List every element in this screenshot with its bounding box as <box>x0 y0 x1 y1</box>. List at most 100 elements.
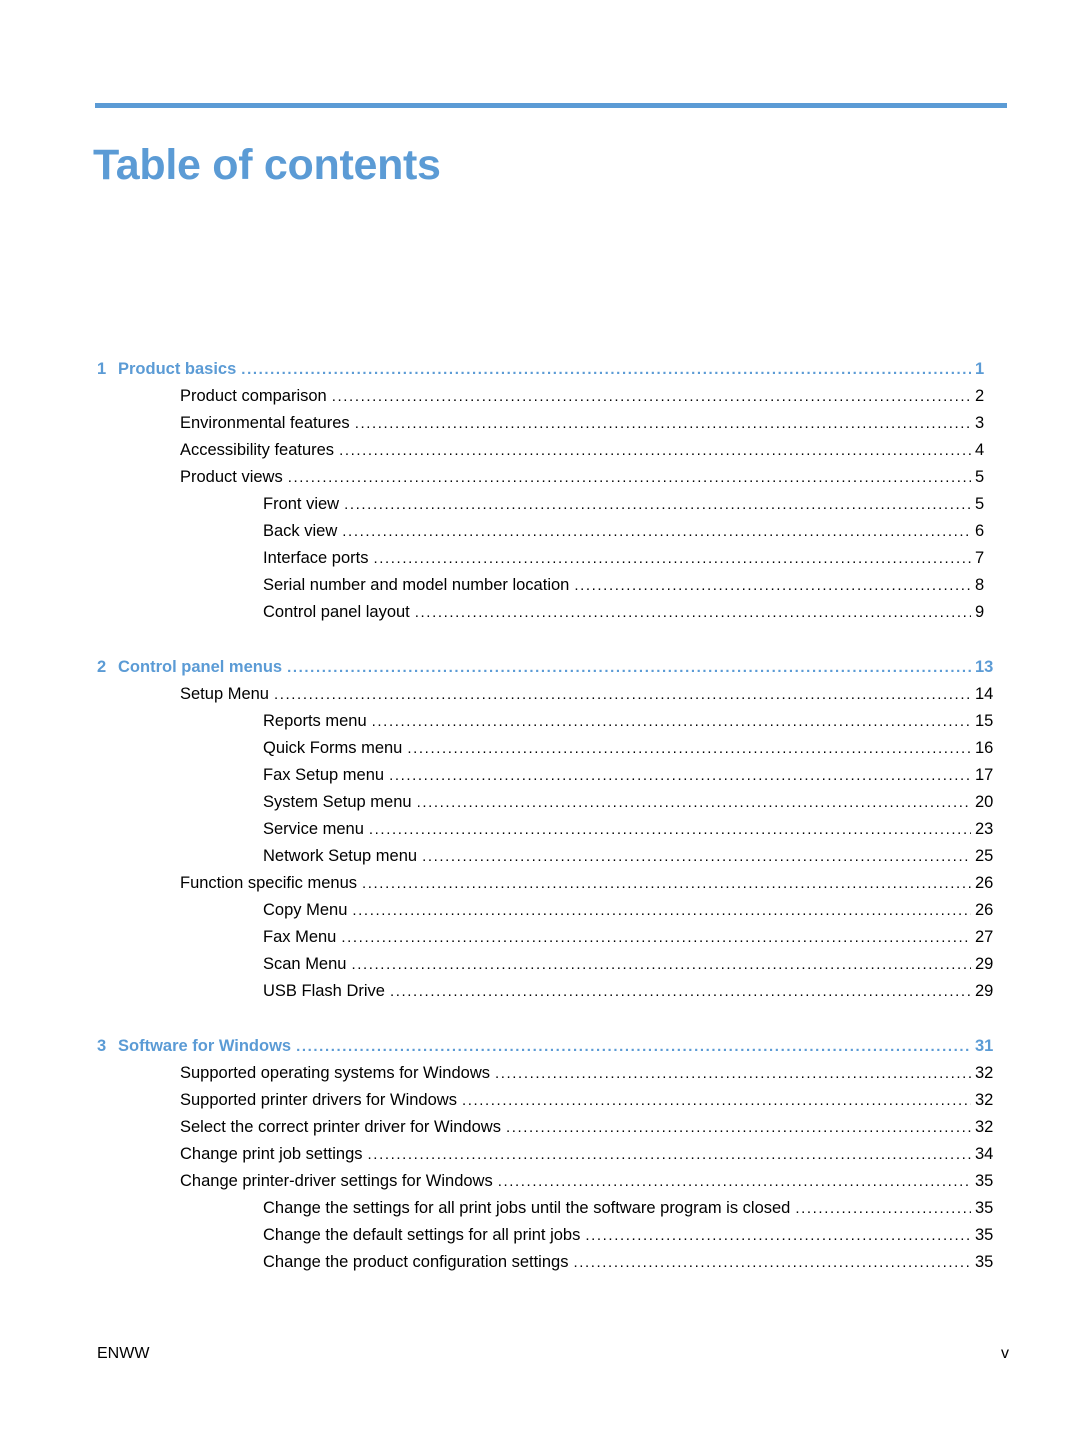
toc-entry-row-level-1[interactable]: Change print job settings...............… <box>0 1145 1080 1172</box>
toc-entry-row-level-1[interactable]: Select the correct printer driver for Wi… <box>0 1118 1080 1145</box>
toc-entry-page-number: 9 <box>975 603 985 621</box>
footer-page-number: v <box>1001 1345 1009 1362</box>
toc-entry-label: Serial number and model number location <box>263 576 570 594</box>
toc-entry-page-number: 13 <box>975 658 994 676</box>
toc-entry-row-level-1[interactable]: Change printer-driver settings for Windo… <box>0 1172 1080 1199</box>
toc-entry-row-level-1[interactable]: Function specific menus.................… <box>0 874 1080 901</box>
toc-entry-label: Back view <box>263 522 338 540</box>
toc-entry-page-number: 26 <box>975 901 994 919</box>
dot-leader: ........................................… <box>497 1174 971 1189</box>
toc-entry-label: Product comparison <box>180 387 327 405</box>
toc-entry-label: Copy Menu <box>263 901 348 919</box>
toc-entry-row-level-1[interactable]: Product views...........................… <box>0 468 1080 495</box>
dot-leader: ........................................… <box>339 443 971 458</box>
toc-entry-row-level-1[interactable]: Supported operating systems for Windows.… <box>0 1064 1080 1091</box>
toc-chapter-block: 3 Software for Windows...................… <box>0 1037 1080 1280</box>
toc-entry-label: Change printer-driver settings for Windo… <box>180 1172 493 1190</box>
toc-entry-label: Environmental features <box>180 414 350 432</box>
toc-entry-label: Network Setup menu <box>263 847 418 865</box>
dot-leader: ........................................… <box>354 416 971 431</box>
dot-leader: ........................................… <box>344 497 971 512</box>
dot-leader: ........................................… <box>414 605 971 620</box>
toc-entry-row-level-2[interactable]: Fax Setup menu..........................… <box>0 766 1080 793</box>
dot-leader: ........................................… <box>287 660 971 675</box>
toc-entry-row-level-2[interactable]: Change the settings for all print jobs u… <box>0 1199 1080 1226</box>
toc-entry-row-level-2[interactable]: Change the product configuration setting… <box>0 1253 1080 1280</box>
toc-entry-label: Quick Forms menu <box>263 739 403 757</box>
dot-leader: ........................................… <box>389 768 971 783</box>
toc-entry-row-level-2[interactable]: Back view...............................… <box>0 522 1080 549</box>
dot-leader: ........................................… <box>461 1093 971 1108</box>
dot-leader: ........................................… <box>371 714 971 729</box>
toc-entry-page-number: 31 <box>975 1037 994 1055</box>
toc-entry-row-level-2[interactable]: Reports menu............................… <box>0 712 1080 739</box>
toc-entry-label: Control panel layout <box>263 603 410 621</box>
toc-entry-label: Supported printer drivers for Windows <box>180 1091 457 1109</box>
toc-entry-page-number: 29 <box>975 955 994 973</box>
toc-entry-page-number: 26 <box>975 874 994 892</box>
toc-entry-row-level-1[interactable]: Setup Menu..............................… <box>0 685 1080 712</box>
toc-entry-row-level-2[interactable]: Scan Menu...............................… <box>0 955 1080 982</box>
dot-leader: ........................................… <box>273 687 971 702</box>
toc-entry-row-level-2[interactable]: Service menu............................… <box>0 820 1080 847</box>
toc-entry-row-level-2[interactable]: Change the default settings for all prin… <box>0 1226 1080 1253</box>
toc-entry-page-number: 4 <box>975 441 985 459</box>
dot-leader: ........................................… <box>795 1201 971 1216</box>
toc-entry-label: Setup Menu <box>180 685 269 703</box>
toc-entry-row-level-2[interactable]: System Setup menu.......................… <box>0 793 1080 820</box>
toc-entry-label: Product views <box>180 468 283 486</box>
toc-entry-row-level-2[interactable]: Serial number and model number location.… <box>0 576 1080 603</box>
toc-entry-label: Software for Windows <box>118 1037 292 1055</box>
toc-page: Table of contents 1 Product basics.......… <box>0 0 1080 1437</box>
toc-entry-row-level-1[interactable]: Product comparison......................… <box>0 387 1080 414</box>
dot-leader: ........................................… <box>296 1039 971 1054</box>
toc-entry-label: Change the settings for all print jobs u… <box>263 1199 791 1217</box>
table-of-contents: 1 Product basics.........................… <box>0 360 1080 1280</box>
toc-entry-page-number: 2 <box>975 387 985 405</box>
toc-entry-row-level-1[interactable]: Environmental features..................… <box>0 414 1080 441</box>
toc-entry-page-number: 17 <box>975 766 994 784</box>
toc-entry-page-number: 32 <box>975 1064 994 1082</box>
toc-entry-row-level-2[interactable]: Copy Menu...............................… <box>0 901 1080 928</box>
toc-entry-label: Fax Menu <box>263 928 337 946</box>
toc-entry-page-number: 25 <box>975 847 994 865</box>
toc-entry-label: Front view <box>263 495 340 513</box>
toc-entry-row-level-2[interactable]: Front view..............................… <box>0 495 1080 522</box>
toc-entry-page-number: 27 <box>975 928 994 946</box>
toc-entry-label: Product basics <box>118 360 237 378</box>
toc-entry-label: Control panel menus <box>118 658 283 676</box>
toc-entry-label: Accessibility features <box>180 441 335 459</box>
dot-leader: ........................................… <box>416 795 971 810</box>
toc-entry-page-number: 6 <box>975 522 985 540</box>
title-divider-rule <box>95 103 1007 108</box>
toc-entry-row-level-2[interactable]: Quick Forms menu........................… <box>0 739 1080 766</box>
toc-entry-row-level-1[interactable]: Accessibility features..................… <box>0 441 1080 468</box>
toc-entry-page-number: 32 <box>975 1091 994 1109</box>
toc-entry-row-level-1[interactable]: Supported printer drivers for Windows...… <box>0 1091 1080 1118</box>
toc-entry-row-level-2[interactable]: Control panel layout....................… <box>0 603 1080 630</box>
dot-leader: ........................................… <box>367 1147 971 1162</box>
toc-entry-page-number: 8 <box>975 576 985 594</box>
toc-chapter-block: 1 Product basics.........................… <box>0 360 1080 630</box>
toc-entry-row-level-2[interactable]: Network Setup menu......................… <box>0 847 1080 874</box>
toc-entry-page-number: 5 <box>975 495 985 513</box>
toc-entry-row-level-2[interactable]: Interface ports.........................… <box>0 549 1080 576</box>
toc-entry-page-number: 35 <box>975 1172 994 1190</box>
toc-entry-page-number: 7 <box>975 549 985 567</box>
toc-entry-page-number: 5 <box>975 468 985 486</box>
toc-entry-page-number: 35 <box>975 1253 994 1271</box>
toc-entry-page-number: 29 <box>975 982 994 1000</box>
toc-entry-row-level-2[interactable]: Fax Menu................................… <box>0 928 1080 955</box>
toc-chapter-row[interactable]: 3 Software for Windows...................… <box>0 1037 1080 1064</box>
toc-entry-page-number: 23 <box>975 820 994 838</box>
chapter-number: 3 <box>97 1037 107 1055</box>
toc-chapter-row[interactable]: 2 Control panel menus....................… <box>0 658 1080 685</box>
toc-entry-page-number: 14 <box>975 685 994 703</box>
toc-entry-label: Service menu <box>263 820 364 838</box>
toc-entry-label: Change the product configuration setting… <box>263 1253 569 1271</box>
toc-entry-page-number: 32 <box>975 1118 994 1136</box>
toc-entry-label: USB Flash Drive <box>263 982 385 1000</box>
toc-entry-row-level-2[interactable]: USB Flash Drive.........................… <box>0 982 1080 1009</box>
toc-chapter-row[interactable]: 1 Product basics.........................… <box>0 360 1080 387</box>
toc-entry-label: Function specific menus <box>180 874 357 892</box>
